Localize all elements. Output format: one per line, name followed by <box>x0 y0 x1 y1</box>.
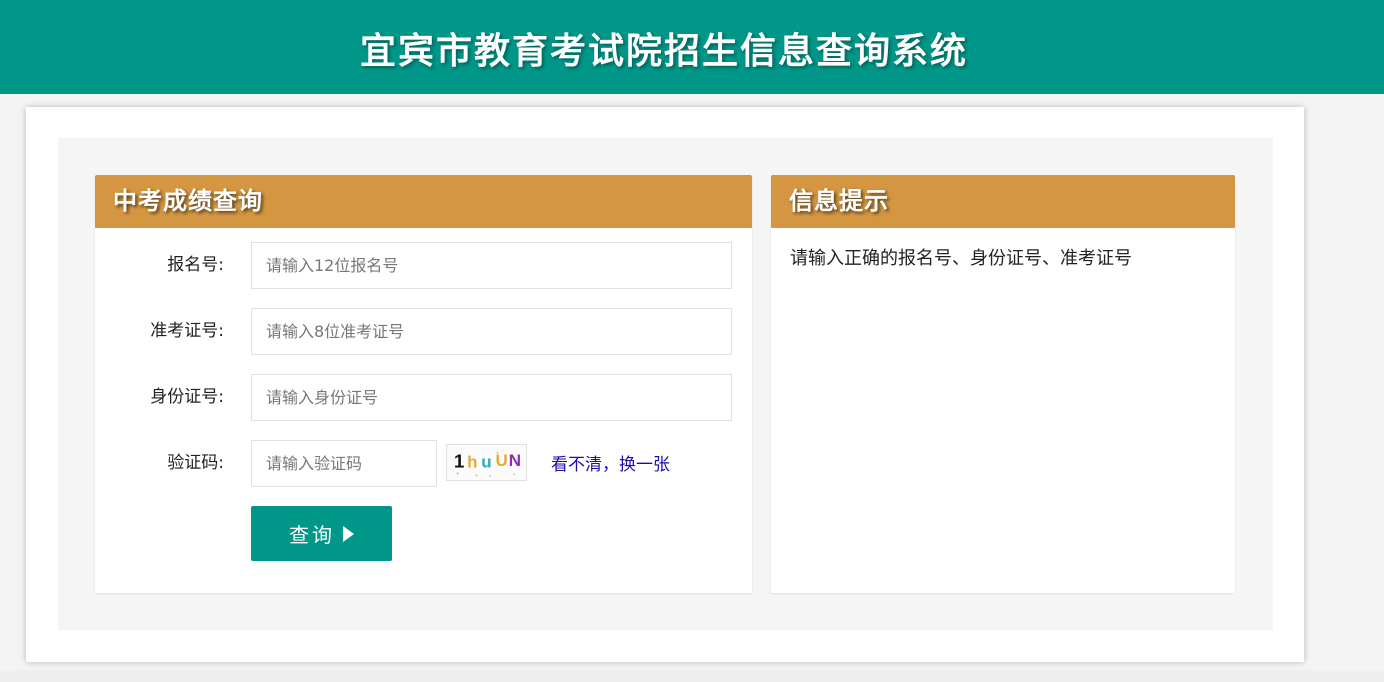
registration-number-input[interactable] <box>251 242 732 289</box>
id-number-input[interactable] <box>251 374 732 421</box>
score-query-form: 中考成绩查询 报名号: 准考证号: 身份证号: 验证码: <box>95 175 752 593</box>
registration-number-label: 报名号: <box>167 255 224 275</box>
captcha-label: 验证码: <box>167 453 224 473</box>
captcha-row: 验证码: 1 h u U N 看不清，换一张 <box>95 440 752 487</box>
captcha-input[interactable] <box>251 440 437 487</box>
registration-number-row: 报名号: <box>95 242 752 289</box>
info-tips-message: 请输入正确的报名号、身份证号、准考证号 <box>790 248 1132 269</box>
svg-text:u: u <box>481 453 491 472</box>
id-number-label: 身份证号: <box>150 387 224 407</box>
query-submit-label: 查询 <box>289 523 335 547</box>
content-panel: 中考成绩查询 报名号: 准考证号: 身份证号: 验证码: <box>58 138 1273 630</box>
svg-text:U: U <box>495 451 507 470</box>
captcha-image[interactable]: 1 h u U N <box>446 444 527 481</box>
info-tips-title: 信息提示 <box>771 175 1235 228</box>
play-icon <box>343 525 354 542</box>
page-footer-strip <box>0 670 1384 682</box>
page-title: 宜宾市教育考试院招生信息查询系统 <box>359 31 968 72</box>
id-number-row: 身份证号: <box>95 374 752 421</box>
refresh-captcha-link[interactable]: 看不清，换一张 <box>551 440 670 490</box>
svg-text:N: N <box>509 451 521 470</box>
admission-ticket-row: 准考证号: <box>95 308 752 355</box>
admission-ticket-input[interactable] <box>251 308 732 355</box>
top-header-bar: 宜宾市教育考试院招生信息查询系统 <box>0 0 1384 94</box>
svg-text:h: h <box>467 453 477 472</box>
main-card: 中考成绩查询 报名号: 准考证号: 身份证号: 验证码: <box>26 107 1304 662</box>
info-tips-panel: 信息提示 请输入正确的报名号、身份证号、准考证号 <box>771 175 1235 593</box>
query-submit-button[interactable]: 查询 <box>251 506 392 561</box>
score-query-title: 中考成绩查询 <box>95 175 752 228</box>
svg-text:1: 1 <box>454 452 465 473</box>
admission-ticket-label: 准考证号: <box>150 321 224 341</box>
